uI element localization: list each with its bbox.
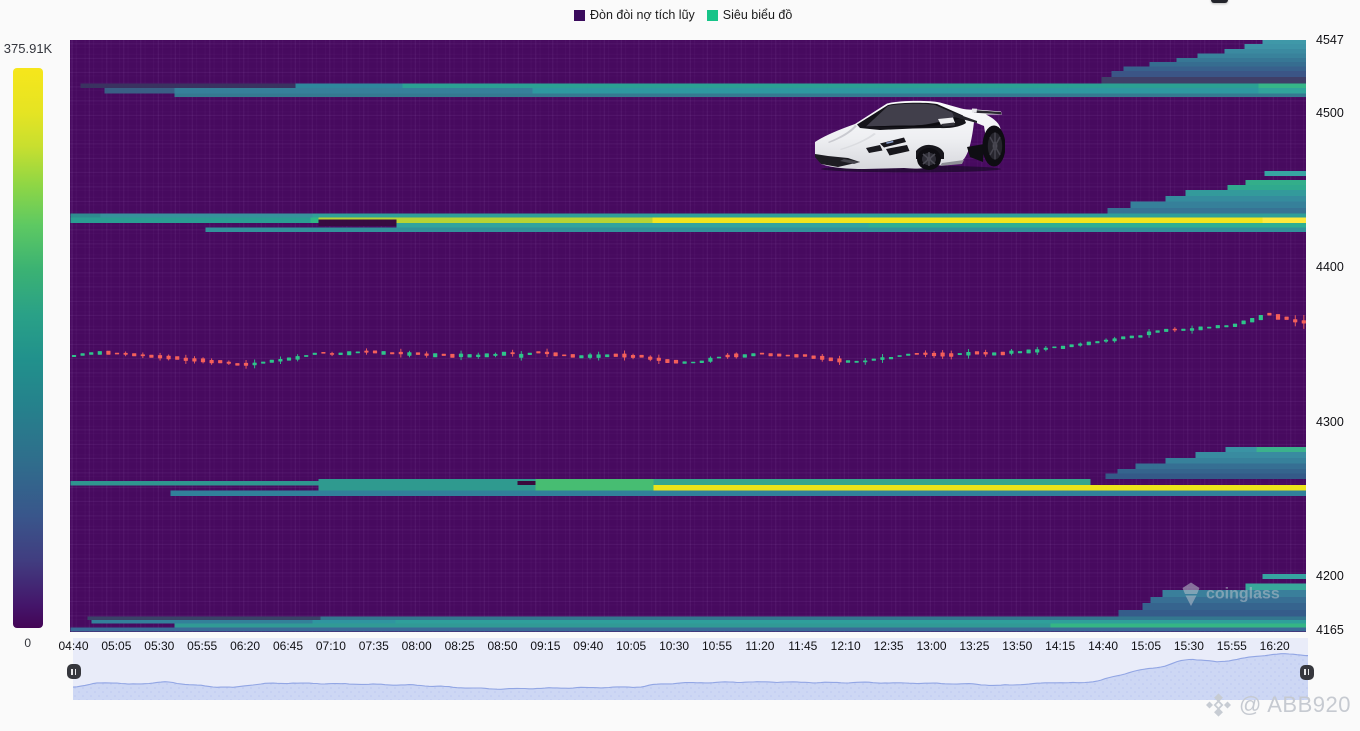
svg-text:coinglass: coinglass [1206, 586, 1280, 603]
